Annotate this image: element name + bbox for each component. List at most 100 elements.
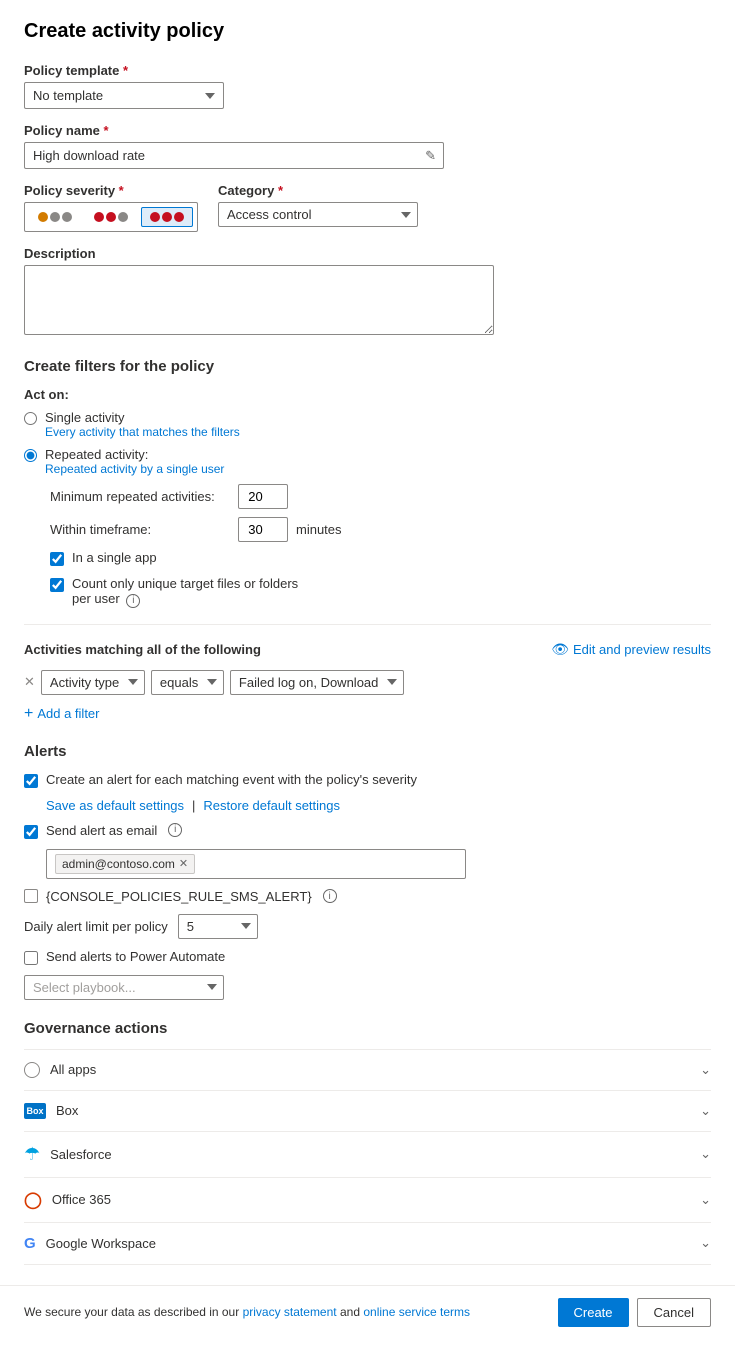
single-activity-option[interactable]: Single activity Every activity that matc… xyxy=(24,410,711,439)
policy-template-label: Policy template xyxy=(24,63,711,78)
unique-files-checkbox[interactable] xyxy=(50,578,64,592)
governance-item-all-apps-left: All apps xyxy=(24,1062,96,1078)
min-repeated-input[interactable] xyxy=(238,484,288,509)
governance-item-google[interactable]: G Google Workspace ⌄ xyxy=(24,1222,711,1265)
google-name: Google Workspace xyxy=(46,1236,156,1251)
box-icon: Box xyxy=(24,1103,46,1119)
page-title: Create activity policy xyxy=(24,20,711,43)
single-activity-radio[interactable] xyxy=(24,412,37,425)
save-default-link[interactable]: Save as default settings xyxy=(46,798,184,813)
min-repeated-label: Minimum repeated activities: xyxy=(50,489,230,504)
alerts-section: Alerts Create an alert for each matching… xyxy=(24,743,711,1000)
salesforce-name: Salesforce xyxy=(50,1147,111,1162)
timeframe-input[interactable] xyxy=(238,517,288,542)
single-app-checkbox-row[interactable]: In a single app xyxy=(50,550,711,566)
severity-group: Policy severity xyxy=(24,183,198,232)
activities-section-title: Activities matching all of the following xyxy=(24,642,261,657)
single-activity-label-group: Single activity Every activity that matc… xyxy=(45,410,240,439)
edit-icon: ✎ xyxy=(425,148,436,164)
severity-medium[interactable] xyxy=(85,207,137,227)
power-automate-label: Send alerts to Power Automate xyxy=(46,949,225,964)
severity-high-dots xyxy=(150,212,184,222)
google-icon: G xyxy=(24,1235,36,1252)
playbook-container: Select playbook... xyxy=(24,975,711,1000)
governance-section: Governance actions All apps ⌄ Box Box ⌄ … xyxy=(24,1020,711,1265)
daily-limit-select[interactable]: 5 xyxy=(178,914,258,939)
description-textarea[interactable] xyxy=(24,265,494,335)
separator: | xyxy=(192,798,195,813)
min-repeated-row: Minimum repeated activities: xyxy=(50,484,711,509)
office365-name: Office 365 xyxy=(52,1192,111,1207)
governance-item-box-left: Box Box xyxy=(24,1103,78,1119)
single-app-checkbox[interactable] xyxy=(50,552,64,566)
terms-link[interactable]: online service terms xyxy=(363,1305,470,1319)
divider-1 xyxy=(24,624,711,625)
office365-icon: ◯ xyxy=(24,1190,42,1210)
cancel-button[interactable]: Cancel xyxy=(637,1298,711,1327)
privacy-link[interactable]: privacy statement xyxy=(243,1305,337,1319)
send-email-info-icon[interactable]: i xyxy=(168,823,182,837)
filter-remove-button[interactable]: ✕ xyxy=(24,674,35,690)
severity-low[interactable] xyxy=(29,207,81,227)
save-restore-row: Save as default settings | Restore defau… xyxy=(46,798,711,813)
power-automate-checkbox-row[interactable]: Send alerts to Power Automate xyxy=(24,949,711,965)
footer-text: We secure your data as described in our … xyxy=(24,1305,470,1319)
filter-value-select[interactable]: Failed log on, Download xyxy=(230,670,404,695)
create-alert-checkbox[interactable] xyxy=(24,774,38,788)
severity-high-dot1 xyxy=(150,212,160,222)
filter-field-select[interactable]: Activity type xyxy=(41,670,145,695)
description-group: Description xyxy=(24,246,711,338)
edit-preview-link[interactable]: 👁 Edit and preview results xyxy=(551,641,711,658)
governance-item-all-apps[interactable]: All apps ⌄ xyxy=(24,1049,711,1090)
repeated-activity-option[interactable]: Repeated activity: Repeated activity by … xyxy=(24,447,711,476)
send-email-label: Send alert as email xyxy=(46,823,157,838)
sms-checkbox[interactable] xyxy=(24,889,38,903)
send-email-checkbox[interactable] xyxy=(24,825,38,839)
filter-row: ✕ Activity type equals Failed log on, Do… xyxy=(24,670,711,695)
add-filter-button[interactable]: + Add a filter xyxy=(24,705,100,723)
governance-item-salesforce[interactable]: ☂ Salesforce ⌄ xyxy=(24,1131,711,1177)
unique-files-info-icon[interactable]: i xyxy=(126,594,140,608)
policy-name-input[interactable] xyxy=(24,142,444,169)
policy-name-group: Policy name ✎ xyxy=(24,123,711,169)
unique-files-checkbox-row[interactable]: Count only unique target files or folder… xyxy=(50,576,711,608)
repeated-activity-label-group: Repeated activity: Repeated activity by … xyxy=(45,447,224,476)
filters-section-title: Create filters for the policy xyxy=(24,358,711,375)
playbook-select[interactable]: Select playbook... xyxy=(24,975,224,1000)
unique-files-label: Count only unique target files or folder… xyxy=(72,576,298,608)
severity-medium-dot3 xyxy=(118,212,128,222)
governance-item-box[interactable]: Box Box ⌄ xyxy=(24,1090,711,1131)
sms-info-icon[interactable]: i xyxy=(323,889,337,903)
category-select[interactable]: Access control xyxy=(218,202,418,227)
repeated-activity-label: Repeated activity: xyxy=(45,447,224,462)
box-name: Box xyxy=(56,1103,78,1118)
governance-item-office365[interactable]: ◯ Office 365 ⌄ xyxy=(24,1177,711,1222)
severity-high[interactable] xyxy=(141,207,193,227)
salesforce-chevron: ⌄ xyxy=(700,1146,711,1162)
governance-item-salesforce-left: ☂ Salesforce xyxy=(24,1144,112,1165)
severity-high-dot3 xyxy=(174,212,184,222)
email-tag-value: admin@contoso.com xyxy=(62,857,175,871)
sms-checkbox-row[interactable]: {CONSOLE_POLICIES_RULE_SMS_ALERT} i xyxy=(24,889,711,904)
act-on-label: Act on: xyxy=(24,387,711,402)
email-input-container[interactable]: admin@contoso.com ✕ xyxy=(46,849,466,879)
filter-operator-select[interactable]: equals xyxy=(151,670,224,695)
severity-medium-dot2 xyxy=(106,212,116,222)
edit-preview-label: Edit and preview results xyxy=(573,642,711,657)
power-automate-checkbox[interactable] xyxy=(24,951,38,965)
severity-low-dot1 xyxy=(38,212,48,222)
send-email-checkbox-row[interactable]: Send alert as email i xyxy=(24,823,711,839)
create-alert-checkbox-row[interactable]: Create an alert for each matching event … xyxy=(24,772,711,788)
office365-chevron: ⌄ xyxy=(700,1192,711,1208)
severity-low-dot3 xyxy=(62,212,72,222)
create-button[interactable]: Create xyxy=(558,1298,629,1327)
repeated-activity-radio[interactable] xyxy=(24,449,37,462)
email-tag-close[interactable]: ✕ xyxy=(179,857,188,870)
repeated-activity-sublabel: Repeated activity by a single user xyxy=(45,462,224,476)
footer-buttons: Create Cancel xyxy=(558,1298,712,1327)
severity-options xyxy=(24,202,198,232)
restore-default-link[interactable]: Restore default settings xyxy=(203,798,340,813)
footer-bar: We secure your data as described in our … xyxy=(0,1285,735,1339)
all-apps-chevron: ⌄ xyxy=(700,1062,711,1078)
policy-template-select[interactable]: No template xyxy=(24,82,224,109)
